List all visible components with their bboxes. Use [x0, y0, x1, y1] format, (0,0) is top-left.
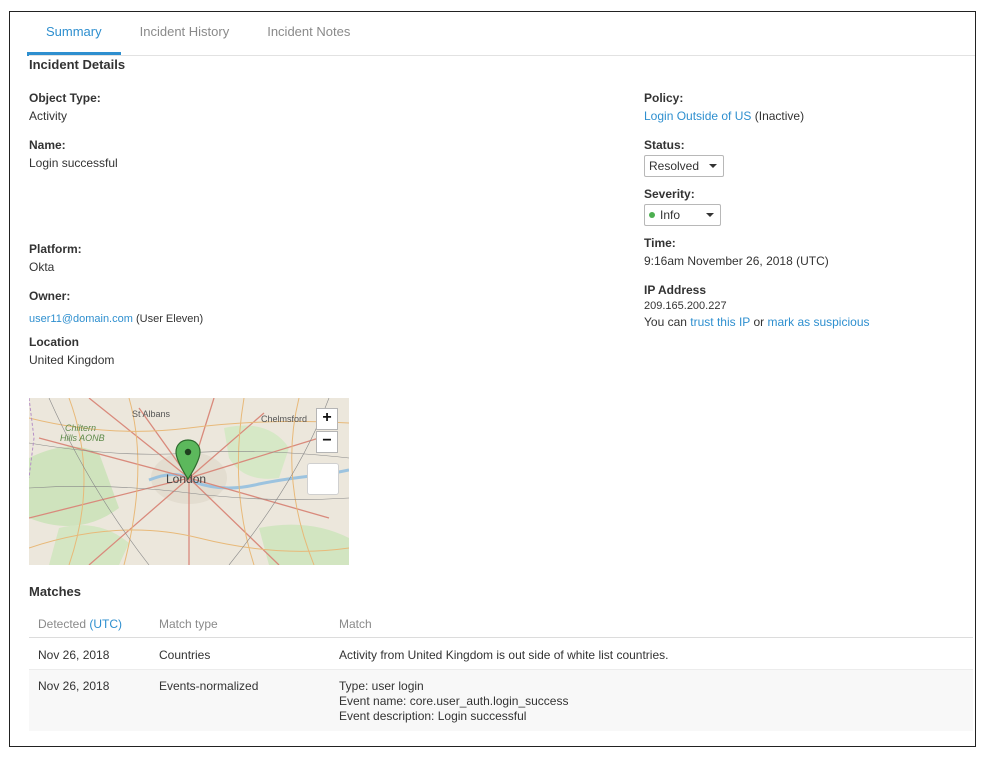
location-value: United Kingdom [29, 353, 115, 367]
chevron-down-icon [709, 164, 717, 168]
owner-label: Owner: [29, 289, 71, 303]
map-control-button[interactable] [307, 463, 339, 495]
name-value: Login successful [29, 156, 118, 170]
match-column-header: Match [339, 611, 973, 638]
table-row: Nov 26, 2018 Countries Activity from Uni… [29, 637, 973, 670]
incident-details-title: Incident Details [29, 57, 126, 72]
map-label-chelmsford: Chelmsford [261, 414, 308, 424]
policy-state: (Inactive) [754, 109, 805, 123]
chevron-down-icon [706, 213, 714, 217]
match-line: Activity from United Kingdom is out side… [339, 647, 669, 662]
tabs-divider [29, 55, 975, 56]
utc-link[interactable]: (UTC) [89, 617, 122, 631]
time-label: Time: [644, 236, 676, 250]
detected-header-text: Detected [38, 616, 87, 631]
map-label-hills-aonb: Hills AONB [60, 433, 105, 443]
trust-ip-link[interactable]: trust this IP [690, 315, 750, 329]
detected-column-header: Detected (UTC) [29, 611, 159, 638]
ip-address-label: IP Address [644, 283, 707, 297]
platform-value: Okta [29, 260, 55, 274]
ip-actions-prefix: You can [644, 315, 687, 329]
matches-header-row: Detected (UTC) Match type Match [29, 611, 973, 638]
map-pin-icon[interactable] [175, 439, 201, 481]
table-row: Nov 26, 2018 Events-normalized Type: use… [29, 669, 973, 731]
match-cell: Activity from United Kingdom is out side… [339, 637, 973, 670]
matches-title: Matches [29, 584, 82, 599]
zoom-in-button[interactable]: + [316, 408, 338, 430]
match-line: Event name: core.user_auth.login_success [339, 693, 569, 708]
platform-label: Platform: [29, 242, 82, 256]
policy-label: Policy: [644, 91, 684, 105]
detected-cell: Nov 26, 2018 [29, 669, 159, 731]
mark-suspicious-link[interactable]: mark as suspicious [767, 315, 869, 329]
time-value: 9:16am November 26, 2018 (UTC) [644, 254, 829, 268]
match-line: Type: user login [339, 678, 424, 693]
severity-label: Severity: [644, 187, 695, 201]
ip-address-value: 209.165.200.227 [644, 300, 727, 312]
tab-incident-notes[interactable]: Incident Notes [248, 12, 369, 56]
tab-summary[interactable]: Summary [27, 12, 121, 56]
tab-bar: Summary Incident History Incident Notes [27, 12, 369, 56]
match-line: Event description: Login successful [339, 708, 527, 723]
name-label: Name: [29, 138, 66, 152]
object-type-value: Activity [29, 109, 68, 123]
object-type-label: Object Type: [29, 91, 101, 105]
owner-display-name: (User Eleven) [135, 313, 204, 325]
match-cell: Type: user login Event name: core.user_a… [339, 669, 973, 731]
ip-actions: You can trust this IP or mark as suspici… [644, 315, 870, 329]
map-label-st-albans: St Albans [132, 409, 171, 419]
owner-email-link[interactable]: user11@domain.com [29, 313, 133, 325]
map-label-chiltern: Chiltern [65, 423, 97, 433]
severity-select[interactable]: Info [644, 204, 721, 226]
severity-select-value: Info [660, 208, 681, 222]
match-type-cell: Countries [159, 637, 339, 670]
status-select-value: Resolved [649, 159, 700, 173]
owner-value: user11@domain.com (User Eleven) [29, 313, 203, 325]
severity-dot-icon [649, 212, 655, 218]
zoom-out-button[interactable]: − [316, 431, 338, 453]
status-label: Status: [644, 138, 685, 152]
status-select[interactable]: Resolved [644, 155, 724, 177]
detected-cell: Nov 26, 2018 [29, 637, 159, 670]
match-type-column-header: Match type [159, 611, 339, 638]
incident-panel: Summary Incident History Incident Notes … [9, 11, 976, 747]
location-map[interactable]: St Albans Chelmsford Chiltern Hills AONB… [29, 398, 349, 565]
policy-value: Login Outside of US (Inactive) [644, 109, 804, 123]
location-label: Location [29, 335, 79, 349]
match-type-cell: Events-normalized [159, 669, 339, 731]
policy-link[interactable]: Login Outside of US [644, 109, 751, 123]
tab-incident-history[interactable]: Incident History [121, 12, 249, 56]
ip-actions-or: or [753, 315, 765, 329]
matches-table: Detected (UTC) Match type Match Nov 26, … [29, 611, 973, 731]
